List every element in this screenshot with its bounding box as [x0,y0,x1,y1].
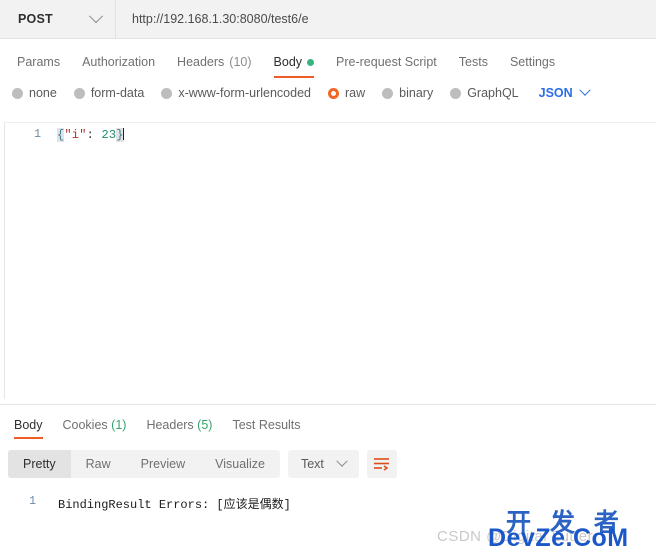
tab-body[interactable]: Body [263,55,326,78]
body-type-form-data-label: form-data [90,86,145,100]
body-format-dropdown[interactable]: JSON [538,84,591,100]
line-number: 1 [34,128,41,141]
response-format-dropdown[interactable]: Text [287,450,359,478]
response-format-label: Text [300,457,324,471]
body-type-binary-label: binary [399,86,434,100]
tab-body-label: Body [273,55,303,69]
pane-divider [0,404,656,405]
tab-tests[interactable]: Tests [448,55,499,78]
json-value: 23 [101,128,117,142]
body-type-urlencoded-label: x-www-form-urlencoded [178,86,311,100]
request-body-editor[interactable]: 1 {"i": 23} [4,122,656,399]
tab-settings[interactable]: Settings [499,55,566,78]
code-line: 1 {"i": 23} [5,123,656,142]
body-type-graphql-label: GraphQL [467,86,519,100]
response-view-switcher: Pretty Raw Preview Visualize [8,450,280,478]
response-tab-test-results-label: Test Results [232,418,301,432]
radio-icon [382,87,394,99]
tab-params-label: Params [17,55,61,69]
chevron-down-icon [579,84,591,96]
radio-icon [161,87,173,99]
radio-icon [73,87,85,99]
view-raw-button[interactable]: Raw [71,450,126,478]
view-preview-label: Preview [140,457,186,471]
response-tab-headers-label: Headers [146,418,194,432]
response-tab-cookies-label: Cookies [62,418,108,432]
radio-icon [12,87,23,99]
response-tab-body[interactable]: Body [4,418,53,439]
text-caret [122,128,124,140]
response-toolbar: Pretty Raw Preview Visualize Text [8,450,648,478]
body-type-raw-label: raw [345,86,366,100]
body-type-binary[interactable]: binary [382,86,433,100]
tab-tests-label: Tests [458,55,488,69]
json-key: "i" [64,128,87,142]
body-type-none[interactable]: none [12,86,57,100]
response-tab-cookies-count: (1) [111,418,127,432]
url-bar: POST http://192.168.1.30:8080/test6/e [0,0,656,39]
chevron-down-icon [88,9,104,24]
tab-pre-request-script-label: Pre-request Script [336,55,437,69]
body-format-label: JSON [538,86,573,100]
body-type-raw[interactable]: raw [328,86,365,100]
code-content[interactable]: {"i": 23} [41,128,124,142]
view-visualize-button[interactable]: Visualize [200,450,280,478]
tab-authorization-label: Authorization [82,55,156,69]
body-type-graphql[interactable]: GraphQL [450,86,519,100]
response-tab-headers-count: (5) [197,418,213,432]
tab-pre-request-script[interactable]: Pre-request Script [325,55,448,78]
radio-selected-icon [328,87,339,99]
body-type-none-label: none [29,86,57,100]
tab-headers[interactable]: Headers (10) [166,55,262,78]
response-tab-headers[interactable]: Headers (5) [136,418,222,439]
response-tab-bar: Body Cookies (1) Headers (5) Test Result… [0,409,656,439]
body-type-form-data[interactable]: form-data [73,86,145,100]
url-input[interactable]: http://192.168.1.30:8080/test6/e [116,0,656,38]
tab-headers-count: (10) [229,55,252,69]
body-type-urlencoded[interactable]: x-www-form-urlencoded [161,86,311,100]
tab-settings-label: Settings [509,55,556,69]
view-pretty-button[interactable]: Pretty [8,450,71,478]
http-method-dropdown[interactable]: POST [0,0,116,38]
wrap-text-button[interactable] [366,450,397,478]
radio-icon [450,87,462,99]
view-pretty-label: Pretty [23,457,56,471]
response-tab-cookies[interactable]: Cookies (1) [53,418,137,439]
tab-authorization[interactable]: Authorization [71,55,166,78]
tab-headers-label: Headers [177,55,225,69]
request-tab-bar: Params Authorization Headers (10) Body P… [0,39,656,78]
green-dot-icon [307,58,315,66]
response-tab-test-results[interactable]: Test Results [222,418,310,439]
json-colon: : [86,128,102,142]
view-preview-button[interactable]: Preview [126,450,200,478]
response-line-number: 1 [29,495,36,508]
wrap-text-icon [374,458,390,471]
chevron-down-icon [336,455,348,467]
response-body-text: BindingResult Errors: [应该是偶数] [58,498,291,512]
http-method-label: POST [18,12,53,26]
view-visualize-label: Visualize [215,457,265,471]
devze-site-watermark: DevZe.CoM [488,524,629,552]
response-tab-body-label: Body [14,418,43,432]
body-type-selector: none form-data x-www-form-urlencoded raw… [0,78,656,108]
view-raw-label: Raw [85,457,111,471]
tab-params[interactable]: Params [6,55,71,78]
